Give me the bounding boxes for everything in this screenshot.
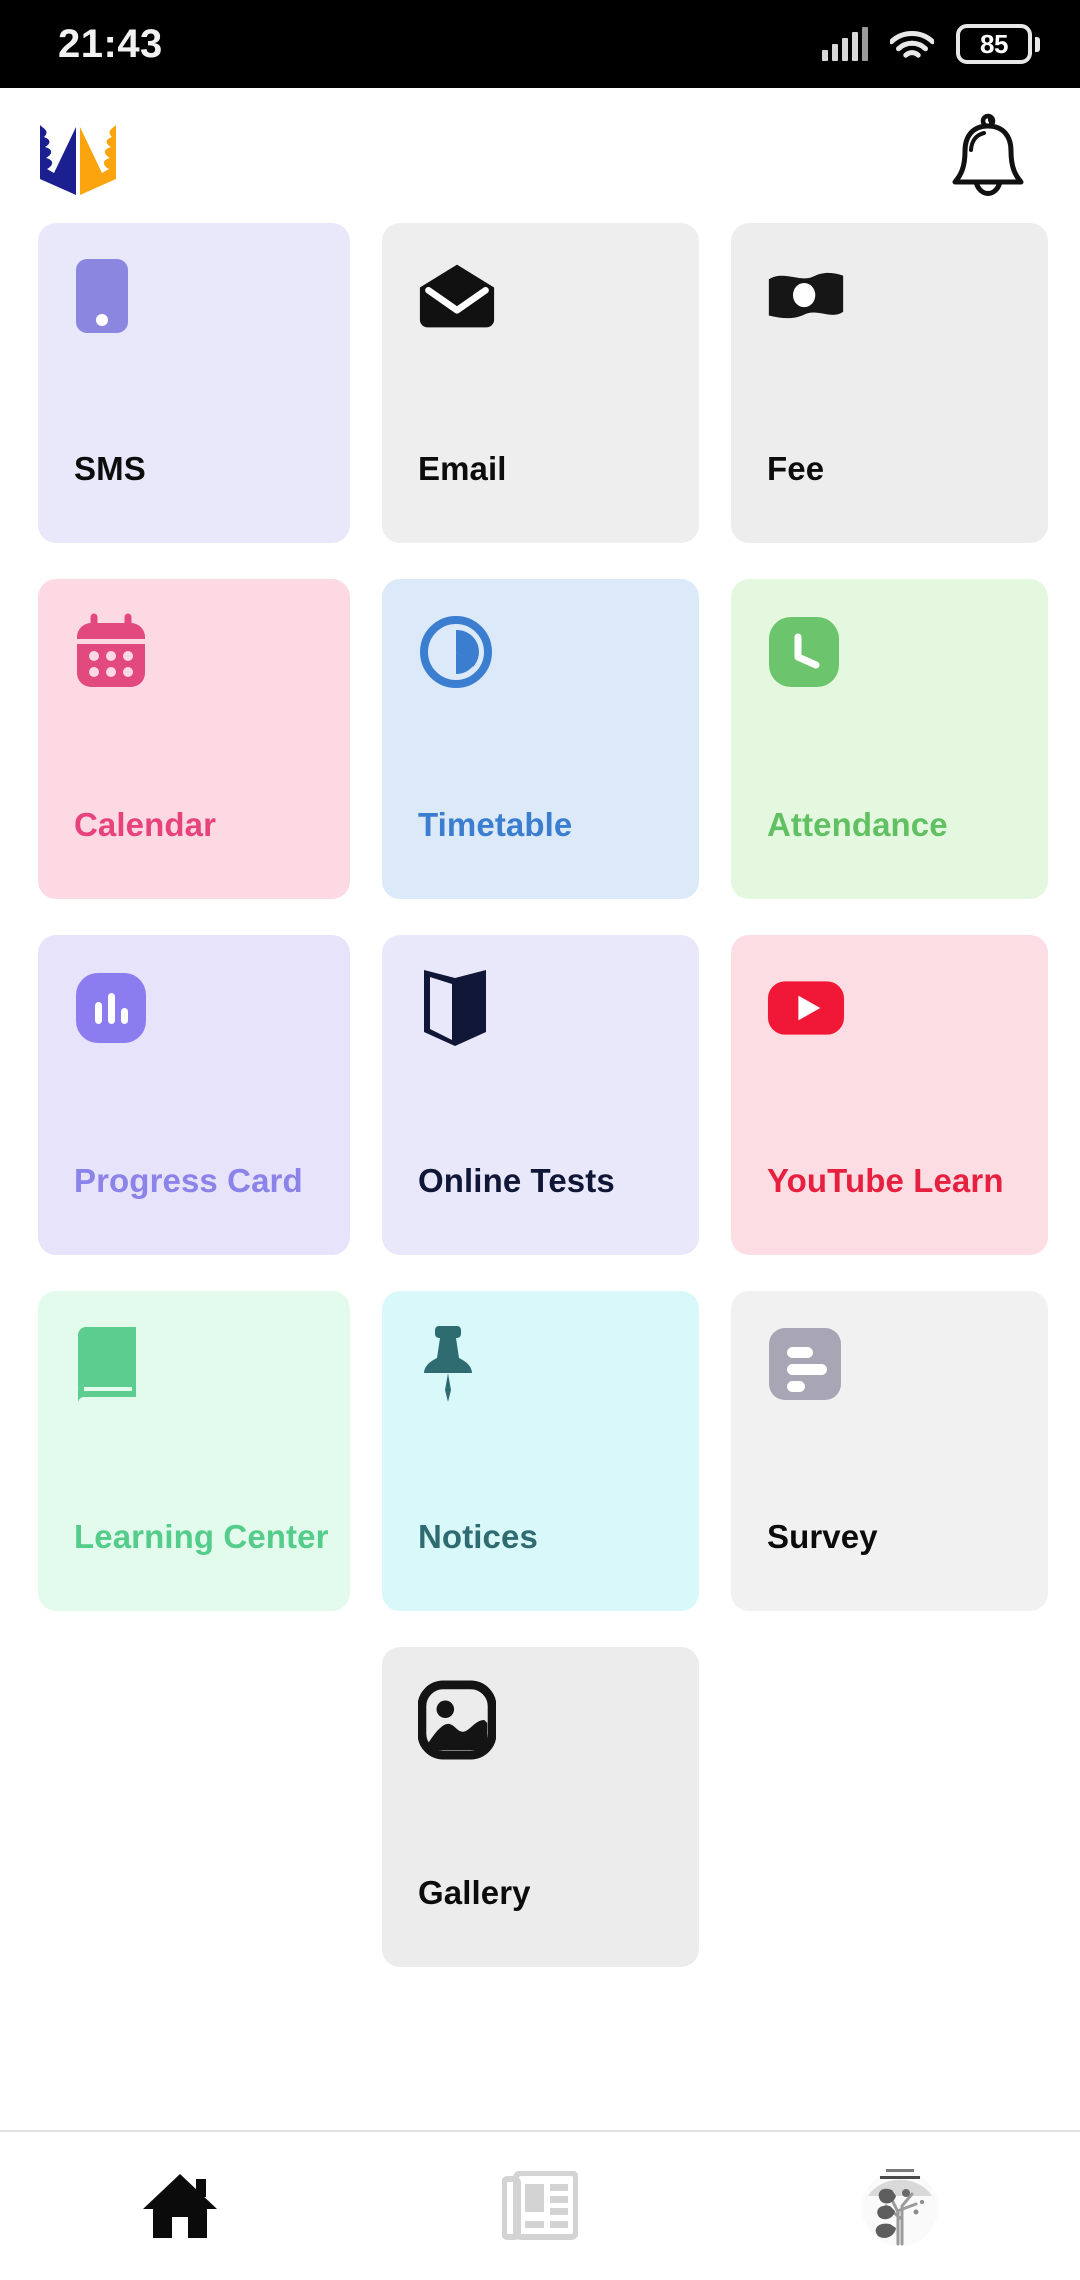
tile-survey[interactable]: Survey	[731, 1291, 1048, 1611]
battery-level-text: 85	[980, 29, 1008, 59]
book-icon	[74, 1325, 152, 1403]
tile-learning-center[interactable]: Learning Center	[38, 1291, 350, 1611]
nav-item-tree[interactable]	[720, 2132, 1080, 2280]
battery-icon: 85	[956, 24, 1040, 64]
open-book-logo[interactable]	[30, 113, 126, 199]
status-time: 21:43	[58, 22, 163, 66]
dashboard-scroll-area[interactable]: SMS Email Fee Calendar Timetable Attenda…	[0, 223, 1080, 2130]
tile-label: Learning Center	[74, 1518, 329, 1555]
home-icon	[143, 2174, 217, 2238]
clock-pie-icon	[418, 613, 496, 691]
tile-label: Timetable	[418, 806, 573, 843]
tile-timetable[interactable]: Timetable	[382, 579, 699, 899]
tile-youtube-learn[interactable]: YouTube Learn	[731, 935, 1048, 1255]
envelope-open-icon	[418, 257, 496, 335]
open-book-icon	[418, 969, 496, 1047]
tile-label: YouTube Learn	[767, 1162, 1004, 1199]
tile-label: Online Tests	[418, 1162, 615, 1199]
image-icon	[418, 1680, 496, 1760]
youtube-play-icon	[767, 969, 845, 1047]
tile-notices[interactable]: Notices	[382, 1291, 699, 1611]
nav-item-news[interactable]	[360, 2132, 720, 2280]
tile-fee[interactable]: Fee	[731, 223, 1048, 543]
newspaper-icon	[502, 2171, 578, 2240]
tile-label: Attendance	[767, 806, 948, 843]
dashboard-tile-grid: SMS Email Fee Calendar Timetable Attenda…	[0, 223, 1080, 1967]
status-bar: 21:43 85	[0, 0, 1080, 88]
tile-attendance[interactable]: Attendance	[731, 579, 1048, 899]
tile-label: Gallery	[418, 1874, 531, 1911]
clock-square-icon	[767, 613, 845, 691]
tile-label: Progress Card	[74, 1162, 303, 1199]
signal-icon	[822, 27, 868, 61]
tile-label: Notices	[418, 1518, 538, 1555]
tile-label: Fee	[767, 450, 825, 487]
nav-item-home[interactable]	[0, 2132, 360, 2280]
tile-label: Calendar	[74, 806, 217, 843]
bottom-navigation-bar	[0, 2130, 1080, 2280]
calendar-icon	[74, 613, 152, 691]
wifi-icon	[890, 31, 934, 58]
bell-icon	[952, 113, 1024, 196]
app-header	[0, 88, 1080, 223]
tile-email[interactable]: Email	[382, 223, 699, 543]
tile-gallery[interactable]: Gallery	[382, 1647, 699, 1967]
tile-calendar[interactable]: Calendar	[38, 579, 350, 899]
tile-label: Survey	[767, 1518, 878, 1555]
app-root: 21:43 85 SMS Email Fee Calendar Timetabl…	[0, 0, 1080, 2280]
banknote-icon	[767, 257, 845, 335]
phone-icon	[74, 257, 152, 335]
tile-label: SMS	[74, 450, 146, 487]
pushpin-icon	[418, 1325, 496, 1403]
notification-bell-button[interactable]	[940, 108, 1036, 204]
tile-label: Email	[418, 450, 507, 487]
poll-icon	[767, 1325, 845, 1403]
status-indicators: 85	[822, 24, 1040, 64]
tile-online-tests[interactable]: Online Tests	[382, 935, 699, 1255]
tile-progress-card[interactable]: Progress Card	[38, 935, 350, 1255]
tile-sms[interactable]: SMS	[38, 223, 350, 543]
tree-icon	[862, 2169, 938, 2246]
bar-chart-icon	[74, 969, 152, 1047]
